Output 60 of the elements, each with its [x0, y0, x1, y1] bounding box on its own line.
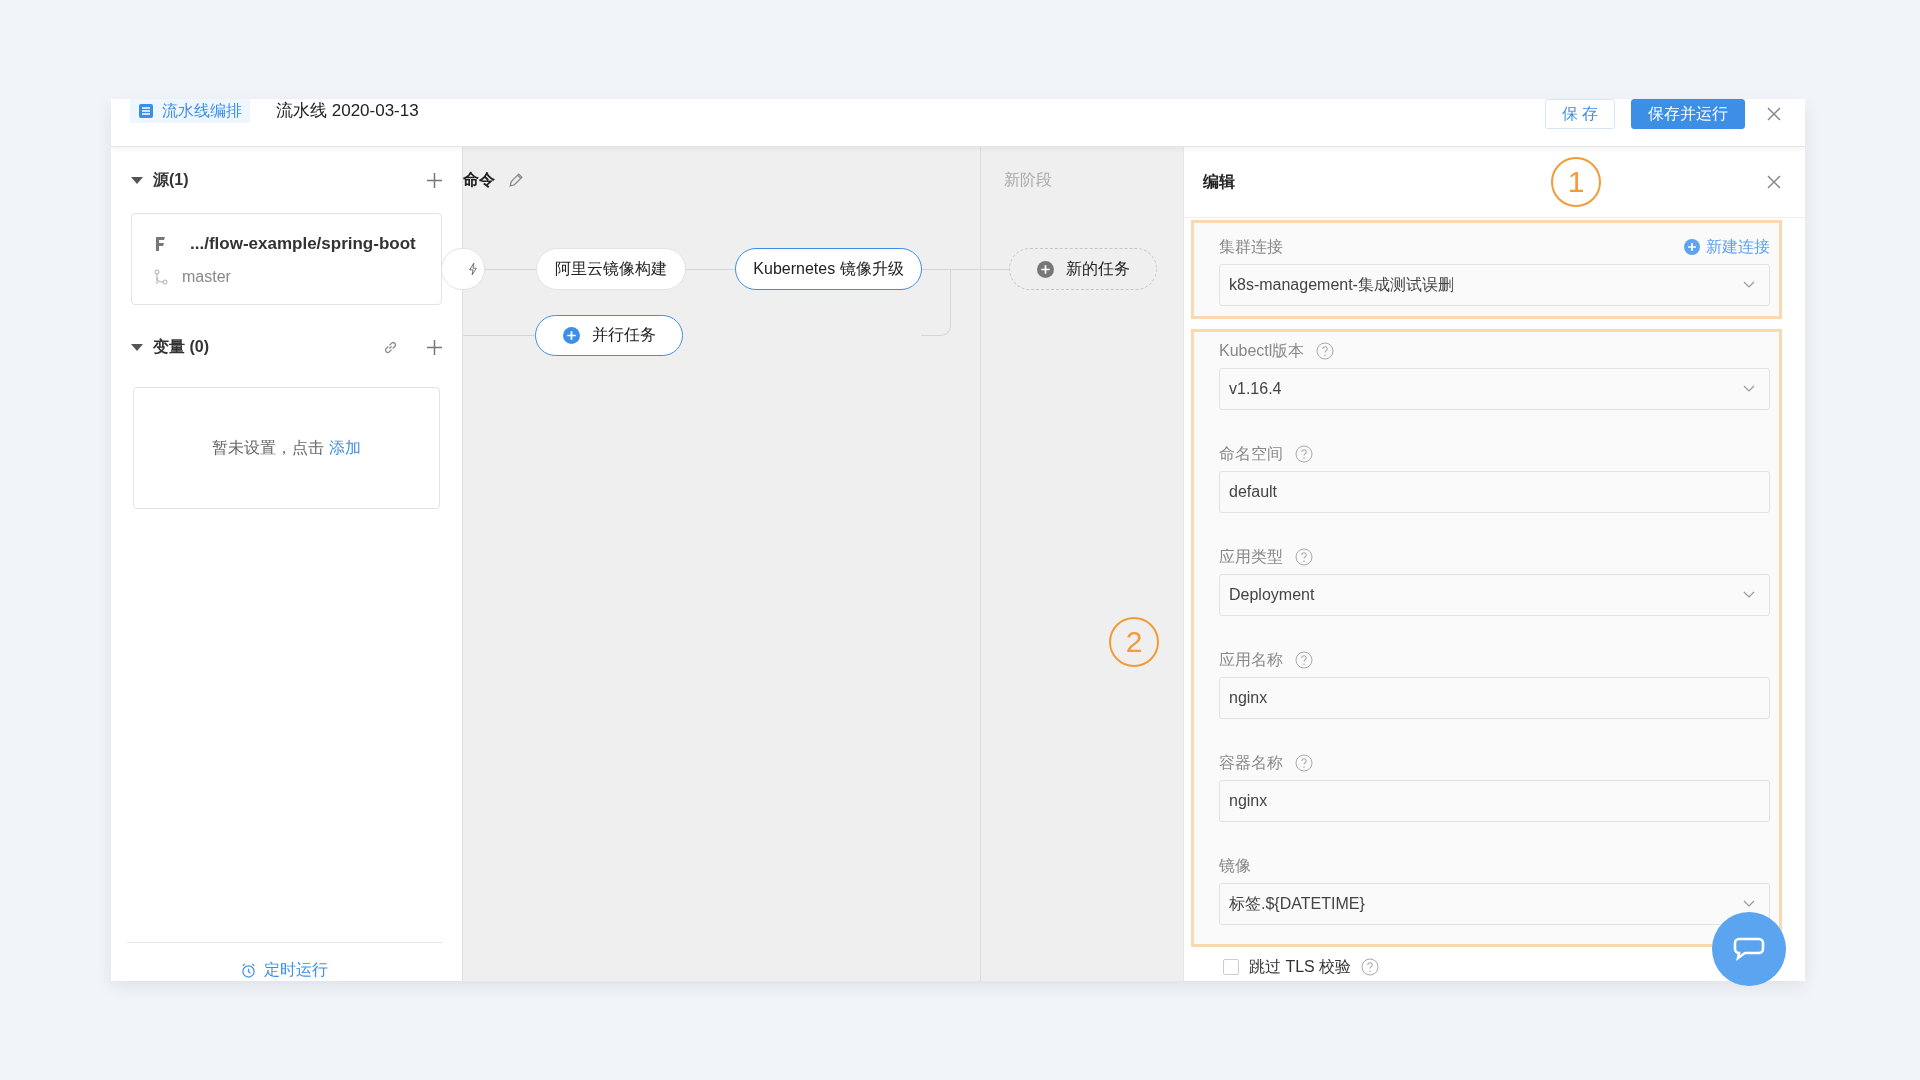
select-field[interactable]: k8s-management-集成测试误删 [1219, 264, 1770, 306]
caret-icon[interactable] [131, 176, 143, 184]
help-icon[interactable] [1316, 342, 1335, 360]
chevron-down-icon[interactable] [1743, 281, 1755, 289]
section-title: 变量 (0) [153, 336, 209, 357]
branch-icon [154, 269, 168, 285]
plus-circle-icon [1684, 239, 1700, 255]
input-field[interactable]: default [1219, 471, 1770, 513]
plus-circle-icon [562, 327, 580, 344]
select-field[interactable]: v1.16.4 [1219, 368, 1770, 410]
callout-number: 2 [1109, 617, 1159, 667]
select-field[interactable]: Deployment [1219, 574, 1770, 616]
field-label: 应用类型 [1219, 546, 1283, 567]
chevron-down-icon[interactable] [1743, 591, 1755, 599]
caret-icon[interactable] [131, 343, 143, 351]
close-icon[interactable] [1767, 107, 1781, 121]
stage-title: 命令 [463, 169, 495, 190]
chat-bubble-icon [1733, 937, 1765, 961]
help-icon[interactable] [1295, 445, 1313, 463]
empty-message: 暂未设置，点击 添加 [212, 437, 361, 458]
stage-title: 新阶段 [1004, 169, 1052, 190]
trigger-node[interactable] [441, 248, 485, 290]
add-icon[interactable] [427, 339, 442, 355]
input-field[interactable]: nginx [1219, 780, 1770, 822]
callout-number: 1 [1551, 157, 1601, 207]
field-label: 镜像 [1219, 855, 1251, 876]
close-icon[interactable] [1767, 175, 1781, 189]
checkbox[interactable] [1223, 959, 1239, 975]
add-icon[interactable] [427, 172, 442, 188]
save-button[interactable]: 保 存 [1544, 99, 1615, 129]
field-label: Kubectl版本 [1219, 340, 1305, 361]
alarm-clock-icon [241, 963, 256, 978]
parallel-task-button[interactable]: 并行任务 [535, 315, 683, 356]
plus-circle-icon [1036, 260, 1054, 278]
task-node[interactable]: Kubernetes 镜像升级 [735, 248, 922, 290]
chevron-down-icon[interactable] [1743, 900, 1755, 908]
field-label: 集群连接 [1219, 236, 1283, 257]
document-icon [138, 103, 154, 119]
field-label: 容器名称 [1219, 752, 1283, 773]
input-field[interactable]: nginx [1219, 677, 1770, 719]
help-icon[interactable] [1361, 958, 1380, 976]
section-title: 源(1) [153, 169, 189, 190]
pipeline-title: 流水线 2020-03-13 [276, 100, 419, 122]
repo-icon [154, 236, 166, 252]
help-icon[interactable] [1295, 754, 1313, 772]
branch-name: master [182, 268, 231, 286]
field-label: 命名空间 [1219, 443, 1283, 464]
chevron-down-icon[interactable] [1743, 385, 1755, 393]
help-icon[interactable] [1295, 548, 1313, 566]
task-node[interactable]: 阿里云镜像构建 [536, 248, 686, 290]
help-icon[interactable] [1295, 651, 1313, 669]
add-link[interactable]: 添加 [328, 438, 361, 456]
select-field[interactable]: 标签.${DATETIME} [1219, 883, 1770, 925]
lightning-icon [468, 262, 478, 276]
panel-title: 编辑 [1203, 171, 1235, 192]
field-label: 应用名称 [1219, 649, 1283, 670]
repo-path: .../flow-example/spring-boot [190, 234, 416, 254]
source-card[interactable]: .../flow-example/spring-boot master [131, 213, 442, 305]
pencil-icon[interactable] [507, 171, 524, 189]
checkbox-label: 跳过 TLS 校验 [1249, 956, 1352, 977]
